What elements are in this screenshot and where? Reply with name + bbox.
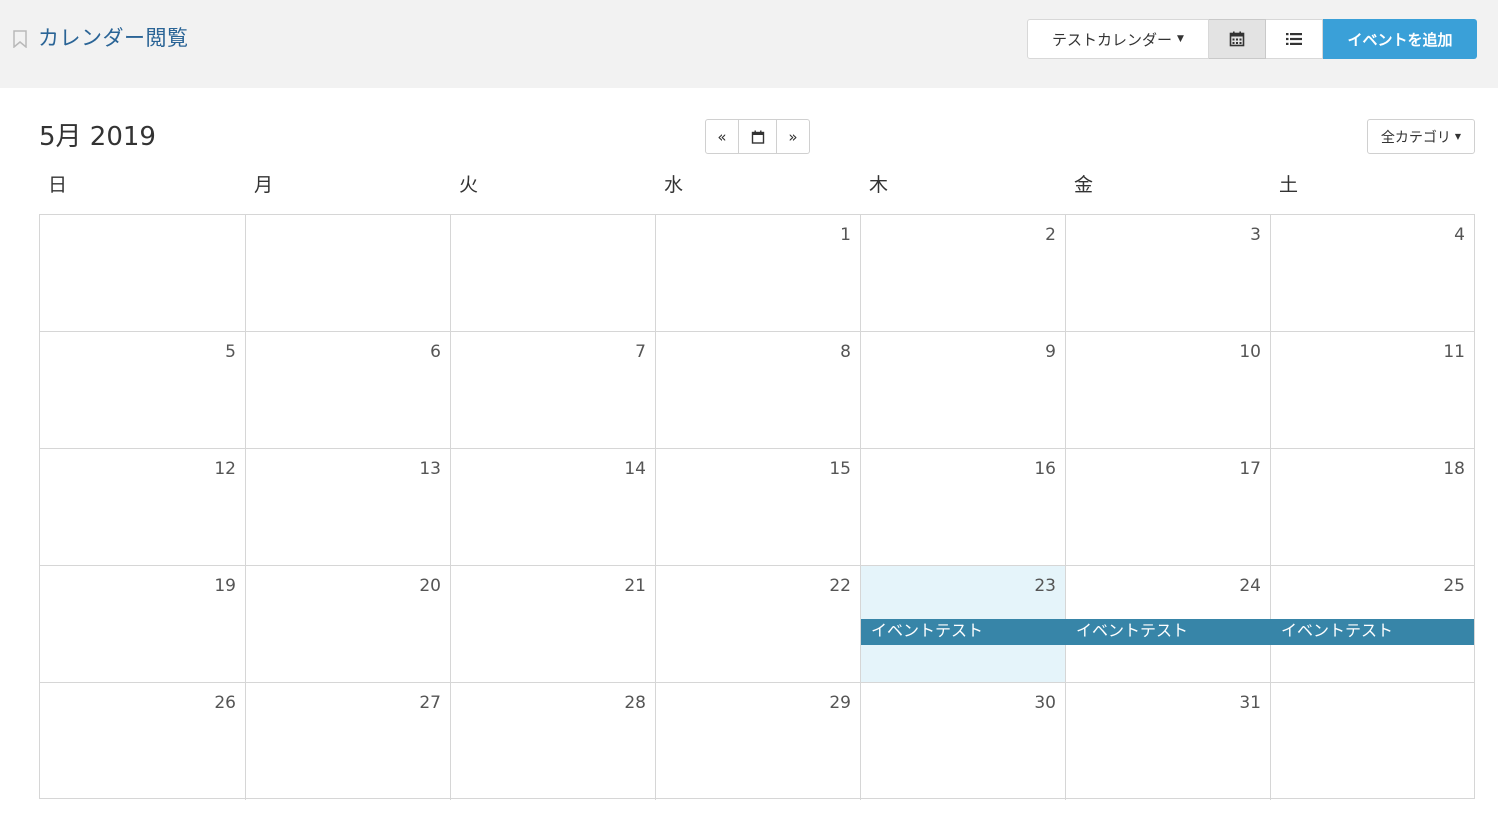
day-number: 1	[840, 225, 851, 245]
day-cell[interactable]: 22	[656, 566, 861, 683]
page-header: カレンダー閲覧	[12, 22, 189, 52]
day-cell[interactable]: 5	[40, 332, 246, 449]
day-cell[interactable]: 13	[246, 449, 451, 566]
day-number: 9	[1045, 342, 1056, 362]
day-number: 26	[214, 693, 236, 713]
day-cell[interactable]: 20	[246, 566, 451, 683]
weekday-label: 火	[459, 174, 479, 196]
empty-day-cell	[40, 215, 246, 332]
day-number: 14	[624, 459, 646, 479]
day-cell[interactable]: 4	[1271, 215, 1474, 332]
empty-day-cell	[1271, 683, 1474, 800]
weekday-label: 月	[254, 174, 274, 196]
day-cell[interactable]: 9	[861, 332, 1066, 449]
day-cell[interactable]: 10	[1066, 332, 1271, 449]
day-number: 30	[1034, 693, 1056, 713]
next-month-button[interactable]: »	[777, 119, 810, 154]
empty-day-cell	[451, 215, 656, 332]
calendar-icon	[751, 130, 764, 144]
month-view-button[interactable]	[1209, 19, 1266, 59]
day-cell[interactable]: 15	[656, 449, 861, 566]
day-number: 31	[1239, 693, 1261, 713]
day-number: 21	[624, 576, 646, 596]
day-cell[interactable]: 27	[246, 683, 451, 800]
day-cell[interactable]: 6	[246, 332, 451, 449]
day-number: 22	[829, 576, 851, 596]
day-cell[interactable]: 2	[861, 215, 1066, 332]
weekday-label: 日	[48, 174, 68, 196]
day-number: 7	[635, 342, 646, 362]
day-cell[interactable]: 28	[451, 683, 656, 800]
month-grid: 1 2 3 4 5 6 7 8 9 10 11 12 13 14 15 16 17 18 19 20 21 22 23 24 2…	[39, 214, 1475, 800]
day-number: 28	[624, 693, 646, 713]
day-number: 24	[1239, 576, 1261, 596]
day-number: 18	[1443, 459, 1465, 479]
day-number: 2	[1045, 225, 1056, 245]
day-number: 27	[419, 693, 441, 713]
day-number: 13	[419, 459, 441, 479]
day-cell[interactable]: 17	[1066, 449, 1271, 566]
day-cell[interactable]: 19	[40, 566, 246, 683]
bookmark-icon[interactable]	[12, 30, 28, 48]
day-number: 16	[1034, 459, 1056, 479]
weekday-label: 土	[1279, 174, 1299, 196]
day-number: 25	[1443, 576, 1465, 596]
weekday-label: 木	[869, 174, 889, 196]
month-nav: « »	[705, 119, 810, 154]
day-number: 11	[1443, 342, 1465, 362]
view-toolbar: テストカレンダー ▼ イベントを追加	[1027, 19, 1477, 59]
caret-down-icon: ▼	[1177, 34, 1184, 44]
day-number: 12	[214, 459, 236, 479]
day-number: 15	[829, 459, 851, 479]
weekday-header-row: 日月火水木金土	[40, 170, 1475, 200]
day-cell[interactable]: 21	[451, 566, 656, 683]
day-cell[interactable]: 12	[40, 449, 246, 566]
today-button[interactable]	[739, 119, 777, 154]
day-number: 3	[1250, 225, 1261, 245]
day-cell[interactable]: 3	[1066, 215, 1271, 332]
day-number: 20	[419, 576, 441, 596]
day-cell[interactable]: 16	[861, 449, 1066, 566]
weekday-label: 金	[1074, 174, 1094, 196]
day-cell[interactable]: 7	[451, 332, 656, 449]
day-cell[interactable]: 26	[40, 683, 246, 800]
day-cell[interactable]: 8	[656, 332, 861, 449]
day-number: 4	[1454, 225, 1465, 245]
month-title: 5月 2019	[39, 122, 156, 152]
event-item[interactable]: イベントテスト	[861, 619, 1066, 645]
day-cell[interactable]: 31	[1066, 683, 1271, 800]
page-title: カレンダー閲覧	[38, 26, 189, 50]
day-cell[interactable]: 11	[1271, 332, 1474, 449]
top-bar: カレンダー閲覧 テストカレンダー ▼ イベントを追加	[0, 0, 1498, 88]
day-number: 10	[1239, 342, 1261, 362]
calendar-icon	[1229, 31, 1245, 47]
day-number: 17	[1239, 459, 1261, 479]
day-cell[interactable]: 30	[861, 683, 1066, 800]
weekday-label: 水	[664, 174, 684, 196]
day-number: 19	[214, 576, 236, 596]
day-cell[interactable]: 14	[451, 449, 656, 566]
list-icon	[1286, 33, 1302, 45]
calendar-select-dropdown[interactable]: テストカレンダー ▼	[1027, 19, 1209, 59]
day-number: 5	[225, 342, 236, 362]
prev-month-button[interactable]: «	[705, 119, 739, 154]
day-cell[interactable]: 29	[656, 683, 861, 800]
calendar-select-label: テストカレンダー	[1052, 30, 1173, 49]
day-cell[interactable]: 1	[656, 215, 861, 332]
category-filter-label: 全カテゴリ	[1380, 129, 1451, 146]
event-item[interactable]: イベントテスト	[1066, 619, 1271, 645]
day-number: 6	[430, 342, 441, 362]
day-number: 23	[1034, 576, 1056, 596]
day-cell[interactable]: 18	[1271, 449, 1474, 566]
category-filter-dropdown[interactable]: 全カテゴリ ▼	[1367, 119, 1475, 154]
list-view-button[interactable]	[1266, 19, 1323, 59]
caret-down-icon: ▼	[1454, 132, 1462, 141]
day-number: 8	[840, 342, 851, 362]
event-item[interactable]: イベントテスト	[1271, 619, 1474, 645]
empty-day-cell	[246, 215, 451, 332]
add-event-button[interactable]: イベントを追加	[1323, 19, 1477, 59]
day-number: 29	[829, 693, 851, 713]
